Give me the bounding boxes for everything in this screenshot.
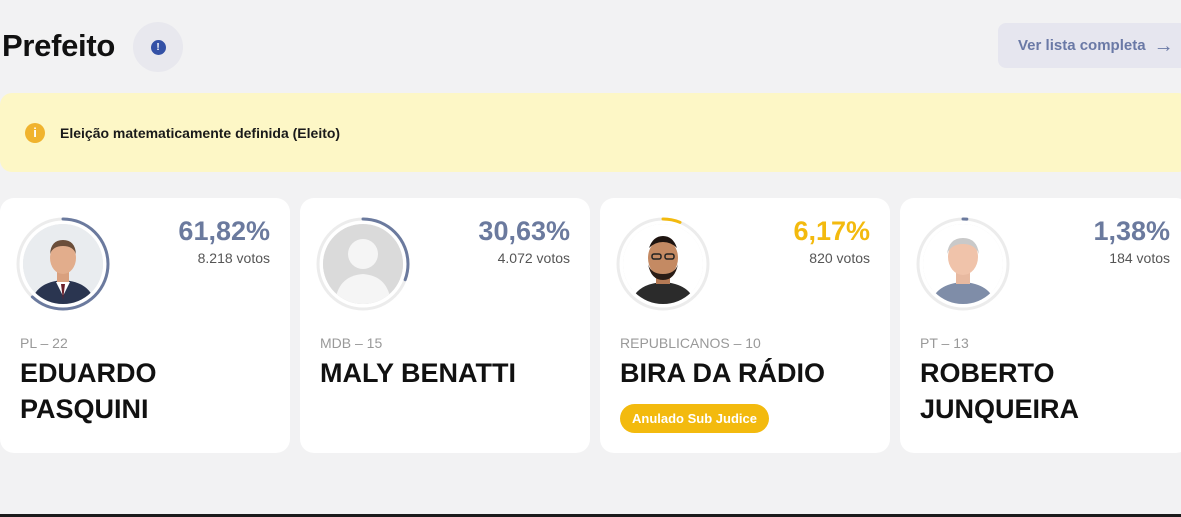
vote-count: 8.218 votos	[197, 250, 270, 266]
page-title: Prefeito	[2, 28, 116, 63]
info-circle-icon: i	[25, 122, 45, 143]
status-badge: Anulado Sub Judice	[620, 404, 769, 433]
status-alert: i Eleição matematicamente definida (Elei…	[0, 93, 1181, 172]
candidate-photo	[23, 224, 103, 304]
party-number: MDB – 15	[320, 335, 383, 351]
candidate-photo	[923, 224, 1003, 304]
ver-lista-completa-button[interactable]: Ver lista completa →	[998, 23, 1181, 68]
candidate-card[interactable]: 30,63% 4.072 votos MDB – 15 MALY BENATTI	[300, 198, 590, 453]
candidate-photo	[623, 224, 703, 304]
candidate-avatar-ring	[15, 216, 111, 312]
arrow-right-icon: →	[1153, 34, 1174, 57]
ver-lista-label: Ver lista completa	[1018, 37, 1146, 54]
vote-percentage: 30,63%	[478, 216, 570, 246]
section-header: Prefeito ! Ver lista completa →	[0, 22, 1181, 72]
candidate-avatar-ring	[915, 216, 1011, 312]
placeholder-avatar-icon	[323, 224, 403, 304]
candidate-name: MALY BENATTI	[320, 358, 517, 388]
candidate-card[interactable]: 61,82% 8.218 votos PL – 22 EDUARDO PASQU…	[0, 198, 290, 453]
vote-count: 184 votos	[1109, 250, 1170, 266]
candidate-avatar-ring	[315, 216, 411, 312]
candidate-card[interactable]: 6,17% 820 votos REPUBLICANOS – 10 BIRA D…	[600, 198, 890, 453]
vote-count: 820 votos	[809, 250, 870, 266]
candidate-card[interactable]: 1,38% 184 votos PT – 13 ROBERTO JUNQUEIR…	[900, 198, 1181, 453]
vote-count: 4.072 votos	[497, 250, 570, 266]
party-number: REPUBLICANOS – 10	[620, 335, 761, 351]
party-number: PT – 13	[920, 335, 969, 351]
candidate-avatar-ring	[615, 216, 711, 312]
vote-percentage: 6,17%	[793, 216, 870, 246]
vote-percentage: 61,82%	[178, 216, 270, 246]
candidate-name: EDUARDO PASQUINI	[20, 358, 157, 424]
info-icon: !	[150, 39, 166, 55]
party-number: PL – 22	[20, 335, 68, 351]
alert-text: Eleição matematicamente definida (Eleito…	[60, 124, 341, 141]
info-button[interactable]: !	[133, 22, 183, 72]
vote-percentage: 1,38%	[1093, 216, 1170, 246]
candidate-name: BIRA DA RÁDIO	[620, 358, 825, 388]
candidate-name: ROBERTO JUNQUEIRA	[920, 358, 1080, 424]
